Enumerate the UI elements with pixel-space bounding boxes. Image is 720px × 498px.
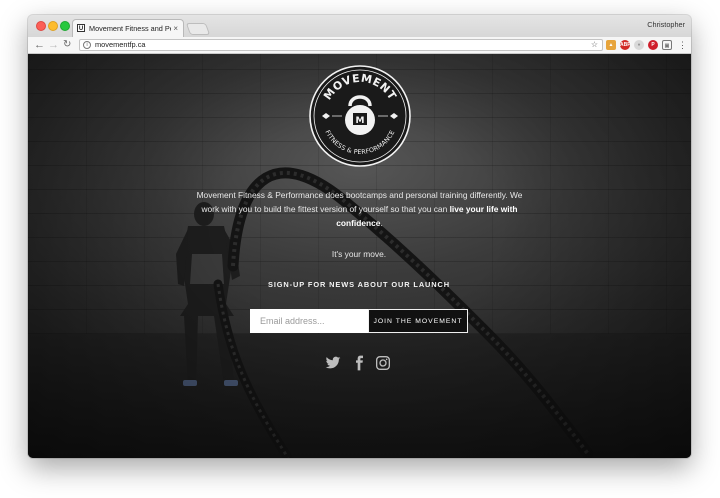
cast-icon[interactable]: ▣ <box>662 40 672 50</box>
star-icon[interactable]: ☆ <box>591 40 598 50</box>
signup-heading: SIGN-UP FOR NEWS ABOUT OUR LAUNCH <box>267 280 451 289</box>
movement-logo[interactable]: MOVEMENT FITNESS & PERFORMANCE M <box>308 64 412 168</box>
extension-icon[interactable]: ▲ <box>606 40 616 50</box>
new-tab-button[interactable] <box>185 23 211 35</box>
profile-name[interactable]: Christopher <box>647 20 685 29</box>
instagram-icon[interactable] <box>375 355 391 371</box>
adblock-icon[interactable]: ABP <box>620 40 631 50</box>
email-input[interactable] <box>250 309 368 333</box>
site-favicon: U <box>77 24 85 32</box>
tab-strip: U Movement Fitness and Performance × Chr… <box>28 15 691 37</box>
address-bar[interactable]: i movementfp.ca ☆ <box>79 39 603 51</box>
tagline: It's your move. <box>331 249 387 259</box>
join-the-movement-button[interactable]: JOIN THE MOVEMENT <box>368 309 468 333</box>
close-window-button[interactable] <box>36 21 46 31</box>
svg-text:M: M <box>356 116 365 126</box>
browser-toolbar: ← → ↻ i movementfp.ca ☆ ▲ ABP ● P ▣ ⋮ <box>28 37 691 54</box>
tab-close-icon[interactable]: × <box>173 20 178 37</box>
maximize-window-button[interactable] <box>60 21 70 31</box>
forward-arrow-icon[interactable]: → <box>48 38 59 52</box>
back-arrow-icon[interactable]: ← <box>34 38 45 52</box>
pinterest-icon[interactable]: P <box>648 40 658 50</box>
reload-icon[interactable]: ↻ <box>63 38 71 52</box>
tab-title: Movement Fitness and Performance <box>89 24 171 33</box>
page-viewport: MOVEMENT FITNESS & PERFORMANCE M Movemen… <box>28 54 691 458</box>
facebook-icon[interactable] <box>351 355 367 371</box>
extension-icon[interactable]: ● <box>634 40 644 50</box>
intro-paragraph: Movement Fitness & Performance does boot… <box>188 188 531 230</box>
minimize-window-button[interactable] <box>48 21 58 31</box>
url-text[interactable]: movementfp.ca <box>95 40 146 50</box>
menu-icon[interactable]: ⋮ <box>678 39 687 51</box>
tab-movement[interactable]: U Movement Fitness and Performance × <box>72 19 184 37</box>
info-icon[interactable]: i <box>83 41 91 49</box>
intro-end: . <box>380 218 383 228</box>
twitter-icon[interactable] <box>325 355 341 371</box>
browser-window: U Movement Fitness and Performance × Chr… <box>28 15 691 458</box>
